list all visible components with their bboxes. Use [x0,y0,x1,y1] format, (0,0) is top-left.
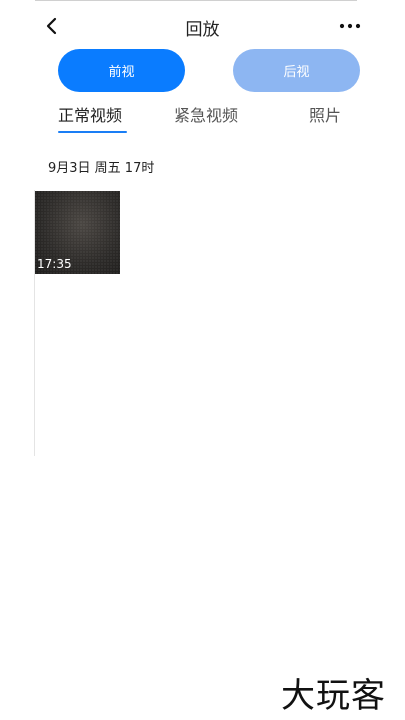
more-horizontal-icon [339,23,361,29]
tab-photos[interactable]: 照片 [309,102,341,136]
chevron-left-icon [46,17,57,35]
nav-bar: 回放 [0,6,405,46]
tab-emergency-video[interactable]: 紧急视频 [174,102,238,136]
active-tab-indicator [58,131,127,133]
rear-camera-button[interactable]: 后视 [233,49,360,92]
watermark-logo: 大玩客 [281,676,386,716]
video-thumbnail[interactable]: 17:35 [35,191,120,274]
top-divider [35,0,357,1]
date-group-header: 9月3日 周五 17时 [48,161,155,176]
front-camera-button[interactable]: 前视 [58,49,185,92]
front-camera-label: 前视 [108,65,135,80]
rear-camera-label: 后视 [283,65,310,80]
back-button[interactable] [38,12,66,40]
more-button[interactable] [332,12,368,40]
video-timestamp: 17:35 [37,257,72,271]
